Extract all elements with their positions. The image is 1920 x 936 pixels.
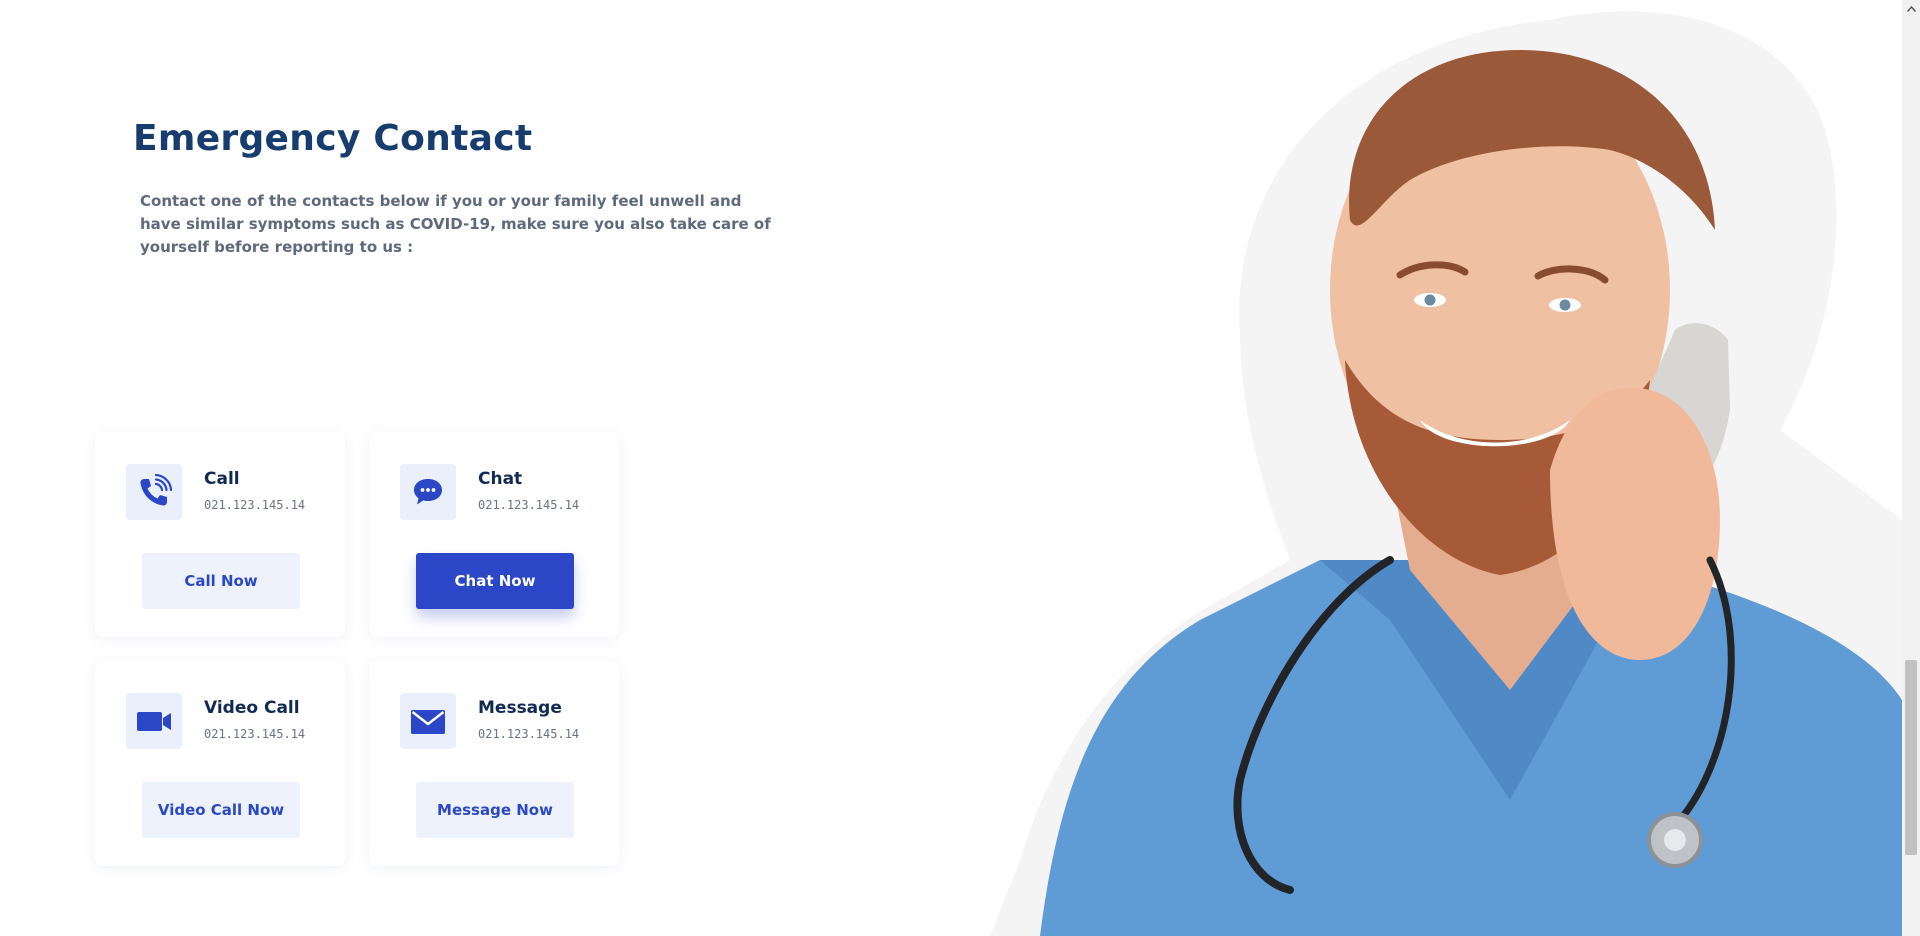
section-description: Contact one of the contacts below if you… (140, 192, 771, 256)
contact-title: Chat (478, 469, 523, 489)
contact-number: 021.123.145.14 (478, 498, 580, 512)
doctor-image (990, 0, 1902, 936)
phone-icon (126, 464, 182, 520)
contact-title: Message (478, 698, 562, 718)
envelope-icon (400, 693, 456, 749)
message-now-button[interactable]: Message Now (416, 782, 574, 838)
chat-now-button[interactable]: Chat Now (416, 553, 574, 609)
contact-title: Call (204, 469, 240, 489)
contact-card-message: Message 021.123.145.14 Message Now (369, 661, 619, 866)
contact-number: 021.123.145.14 (204, 498, 306, 512)
contact-number: 021.123.145.14 (204, 727, 306, 741)
scrollbar-thumb[interactable] (1905, 660, 1917, 855)
contact-title: Video Call (204, 698, 300, 718)
contact-number: 021.123.145.14 (478, 727, 580, 741)
contact-card-chat: Chat 021.123.145.14 Chat Now (369, 432, 619, 637)
video-camera-icon (126, 693, 182, 749)
chat-bubble-icon (400, 464, 456, 520)
section-title: Emergency Contact (133, 118, 533, 159)
scroll-up-arrow-icon[interactable] (1902, 0, 1920, 17)
contact-card-call: Call 021.123.145.14 Call Now (95, 432, 345, 637)
contact-card-video-call: Video Call 021.123.145.14 Video Call Now (95, 661, 345, 866)
vertical-scrollbar[interactable] (1902, 0, 1920, 936)
call-now-button[interactable]: Call Now (142, 553, 300, 609)
video-call-now-button[interactable]: Video Call Now (142, 782, 300, 838)
